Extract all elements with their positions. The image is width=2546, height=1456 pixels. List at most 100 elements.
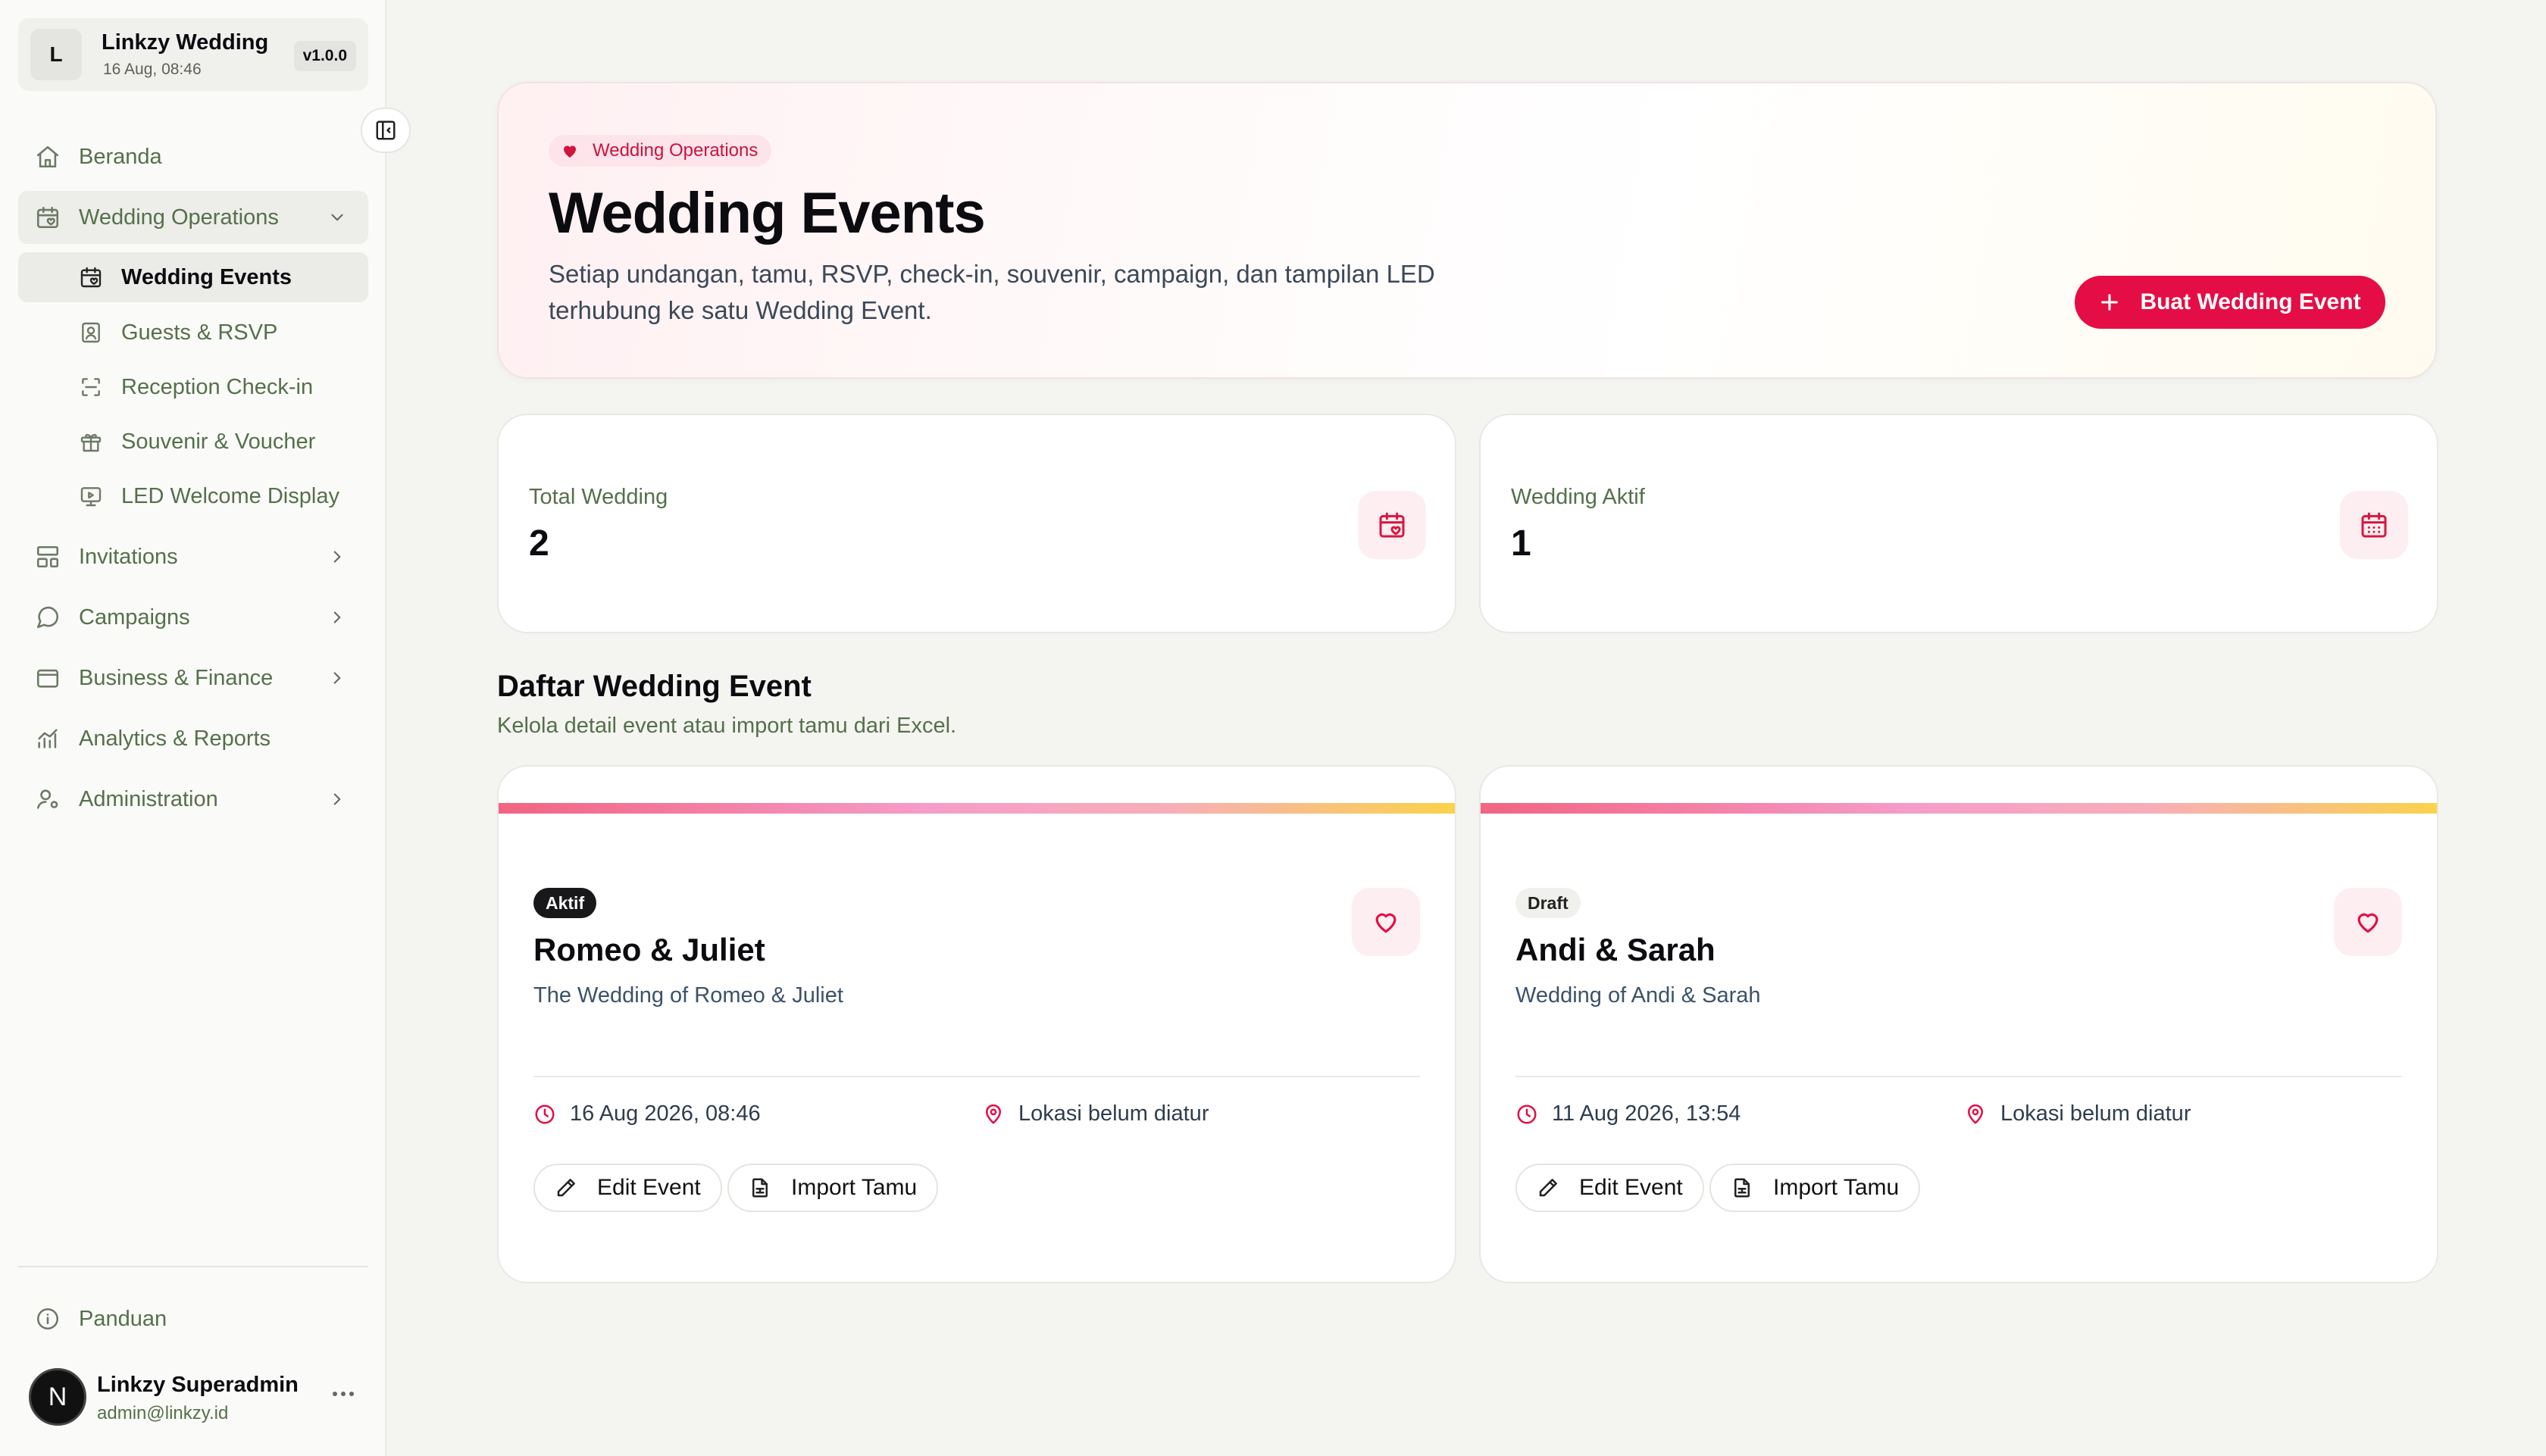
event-location: Lokasi belum diatur <box>982 1101 1209 1126</box>
info-icon <box>36 1308 59 1330</box>
contact-icon <box>82 322 100 343</box>
event-subtitle: Wedding of Andi & Sarah <box>1515 983 1761 1008</box>
event-card[interactable]: Aktif Romeo & Juliet The Wedding of Rome… <box>497 765 1456 1283</box>
pencil-icon <box>557 1179 575 1197</box>
user-cog-icon <box>36 789 58 809</box>
chevron-right-icon <box>333 793 341 805</box>
sidebar-subitem-souvenir-voucher[interactable]: Souvenir & Voucher <box>18 417 368 467</box>
sidebar-item-administration[interactable]: Administration <box>18 773 368 826</box>
sidebar-item-label: Panduan <box>79 1306 167 1331</box>
import-guests-label: Import Tamu <box>1773 1175 1900 1200</box>
stat-label: Total Wedding <box>529 485 668 509</box>
workspace-switcher[interactable]: L Linkzy Wedding 16 Aug, 08:46 v1.0.0 <box>18 18 368 91</box>
monitor-play-icon <box>80 487 102 507</box>
sidebar-item-label: Beranda <box>79 144 162 169</box>
clock-icon <box>1517 1104 1537 1123</box>
chevron-right-icon <box>333 672 341 684</box>
event-subtitle: The Wedding of Romeo & Juliet <box>533 983 843 1008</box>
favorite-button[interactable] <box>1352 888 1420 956</box>
event-location: Lokasi belum diatur <box>1964 1101 2191 1126</box>
wallet-icon <box>36 669 59 688</box>
chevron-right-icon <box>333 611 341 623</box>
panel-left-icon <box>376 120 396 140</box>
sidebar-subitem-label: Guests & RSVP <box>121 320 278 345</box>
edit-event-label: Edit Event <box>597 1175 701 1200</box>
heart-icon <box>564 145 576 158</box>
scan-icon <box>82 378 100 396</box>
sidebar-subitem-label: Reception Check-in <box>121 374 314 399</box>
sidebar-item-wedding-operations[interactable]: Wedding Operations <box>18 191 368 244</box>
sidebar-subitem-label: Souvenir & Voucher <box>121 429 316 454</box>
home-icon <box>36 145 59 168</box>
map-pin-icon <box>986 1104 1001 1123</box>
sidebar-item-business-finance[interactable]: Business & Finance <box>18 651 368 705</box>
stat-icon-container <box>2340 491 2408 559</box>
stat-icon-container <box>1358 491 1426 559</box>
section-subtitle: Kelola detail event atau import tamu dar… <box>497 714 957 738</box>
brand-date: 16 Aug, 08:46 <box>103 61 202 78</box>
sidebar-subitem-guests-rsvp[interactable]: Guests & RSVP <box>18 308 368 358</box>
import-guests-button[interactable]: Import Tamu <box>727 1164 939 1212</box>
create-wedding-event-button[interactable]: Buat Wedding Event <box>2075 276 2385 329</box>
user-email: admin@linkzy.id <box>97 1403 229 1423</box>
calendar-heart-icon <box>1379 512 1405 538</box>
stat-value: 2 <box>529 523 549 564</box>
event-datetime: 11 Aug 2026, 13:54 <box>1515 1101 1741 1126</box>
sidebar: L Linkzy Wedding 16 Aug, 08:46 v1.0.0 Be… <box>0 0 386 1456</box>
section-title: Daftar Wedding Event <box>497 670 812 703</box>
sidebar-item-label: Invitations <box>79 544 178 569</box>
page-title: Wedding Events <box>549 181 986 245</box>
layout-icon <box>36 545 59 568</box>
calendar-heart-icon <box>36 206 59 229</box>
pencil-icon <box>1539 1179 1557 1197</box>
sidebar-subitem-label: Wedding Events <box>121 264 292 289</box>
version-badge: v1.0.0 <box>293 41 356 71</box>
sidebar-toggle-button[interactable] <box>361 108 411 153</box>
event-card-accent-stripe <box>499 803 1455 814</box>
heart-icon <box>1375 913 1397 933</box>
plus-icon <box>2101 294 2119 311</box>
sidebar-item-label: Business & Finance <box>79 665 274 690</box>
clock-icon <box>535 1104 555 1123</box>
chart-icon <box>38 729 58 748</box>
user-name: Linkzy Superadmin <box>97 1373 299 1397</box>
event-datetime-text: 16 Aug 2026, 08:46 <box>570 1101 761 1126</box>
sidebar-item-beranda[interactable]: Beranda <box>18 130 368 183</box>
gift-icon <box>80 433 102 452</box>
sidebar-item-invitations[interactable]: Invitations <box>18 530 368 583</box>
sidebar-item-analytics-reports[interactable]: Analytics & Reports <box>18 712 368 765</box>
avatar[interactable]: N <box>29 1368 86 1426</box>
sidebar-subitem-led-display[interactable]: LED Welcome Display <box>18 471 368 521</box>
import-guests-button[interactable]: Import Tamu <box>1709 1164 1921 1212</box>
sidebar-item-label: Administration <box>79 786 218 811</box>
stat-card-total-wedding: Total Wedding 2 <box>497 414 1456 633</box>
event-location-text: Lokasi belum diatur <box>2000 1101 2191 1126</box>
sidebar-subitem-wedding-events[interactable]: Wedding Events <box>18 252 368 302</box>
sidebar-item-campaigns[interactable]: Campaigns <box>18 591 368 644</box>
stat-value: 1 <box>1511 523 1531 564</box>
event-title: Romeo & Juliet <box>533 932 765 967</box>
edit-event-button[interactable]: Edit Event <box>533 1164 722 1212</box>
section-badge-label: Wedding Operations <box>593 140 758 161</box>
divider <box>1515 1076 2402 1077</box>
file-spreadsheet-icon <box>1734 1178 1750 1198</box>
sidebar-item-label: Campaigns <box>79 605 190 630</box>
heart-icon <box>2357 913 2379 933</box>
more-horizontal-icon[interactable] <box>330 1386 356 1401</box>
favorite-button[interactable] <box>2334 888 2402 956</box>
sidebar-item-panduan[interactable]: Panduan <box>18 1292 368 1345</box>
sidebar-item-label: Wedding Operations <box>79 205 279 230</box>
status-badge: Draft <box>1515 888 1581 918</box>
calendar-days-icon <box>2361 512 2387 538</box>
sidebar-subitem-reception-checkin[interactable]: Reception Check-in <box>18 362 368 412</box>
sidebar-item-label: Analytics & Reports <box>79 726 271 751</box>
calendar-heart-icon <box>80 267 102 288</box>
divider <box>533 1076 1420 1077</box>
edit-event-button[interactable]: Edit Event <box>1515 1164 1704 1212</box>
create-wedding-event-label: Buat Wedding Event <box>2140 289 2361 314</box>
event-card-accent-stripe <box>1481 803 2437 814</box>
event-card[interactable]: Draft Andi & Sarah Wedding of Andi & Sar… <box>1479 765 2438 1283</box>
status-badge: Aktif <box>533 888 597 918</box>
sidebar-subitem-label: LED Welcome Display <box>121 483 339 508</box>
sidebar-divider <box>18 1266 368 1267</box>
